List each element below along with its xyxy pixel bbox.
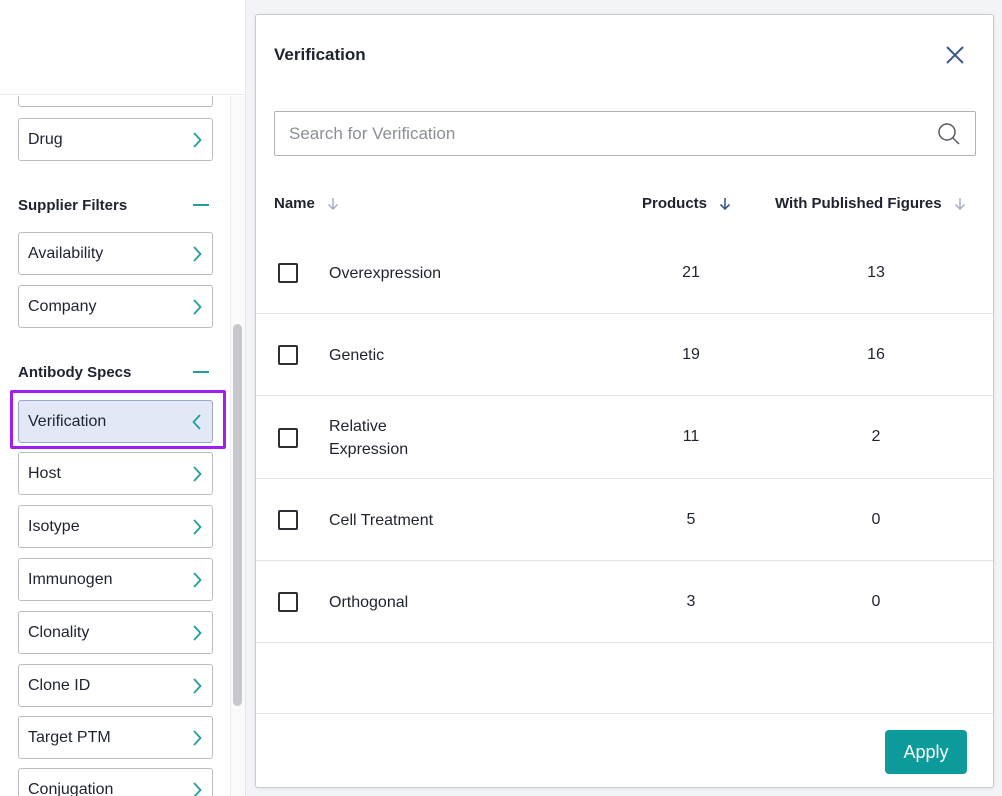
row-name: Cell Treatment — [329, 512, 434, 529]
chevron-right-icon — [190, 677, 204, 695]
collapse-icon[interactable] — [193, 371, 209, 373]
chevron-right-icon — [190, 131, 204, 149]
filter-item-target-ptm[interactable]: Target PTM — [18, 716, 213, 759]
column-header-figures[interactable]: With Published Figures — [775, 195, 966, 212]
filter-item-label: Availability — [28, 244, 104, 262]
filter-item-clone-id[interactable]: Clone ID — [18, 664, 213, 707]
row-checkbox[interactable] — [278, 345, 298, 365]
table-row[interactable]: Genetic 19 16 — [256, 314, 993, 396]
filter-item-partial[interactable] — [18, 96, 213, 107]
section-antibody-specs[interactable]: Antibody Specs — [18, 361, 213, 383]
section-title: Antibody Specs — [18, 363, 132, 381]
column-header-products[interactable]: Products — [642, 195, 731, 212]
chevron-right-icon — [190, 518, 204, 536]
filter-item-label: Isotype — [28, 517, 80, 535]
row-products: 19 — [682, 346, 700, 363]
column-header-name[interactable]: Name — [274, 195, 339, 212]
filter-sidebar: Drug Supplier Filters Availability Compa… — [0, 0, 246, 796]
chevron-right-icon — [190, 298, 204, 316]
row-figures: 13 — [867, 264, 885, 281]
row-name: Orthogonal — [329, 594, 409, 611]
section-supplier-filters[interactable]: Supplier Filters — [18, 194, 213, 216]
chevron-right-icon — [190, 465, 204, 483]
table-row[interactable]: Relative Expression 11 2 — [256, 396, 993, 479]
chevron-right-icon — [190, 245, 204, 263]
filter-item-label: Host — [28, 464, 61, 482]
sidebar-header — [0, 0, 245, 95]
table-row[interactable]: Overexpression 21 13 — [256, 232, 993, 314]
filter-item-clonality[interactable]: Clonality — [18, 611, 213, 654]
filter-item-drug[interactable]: Drug — [18, 118, 213, 161]
row-name: Genetic — [329, 347, 385, 364]
close-icon[interactable] — [943, 43, 967, 67]
search-input[interactable] — [289, 123, 929, 144]
filter-item-label: Clonality — [28, 623, 90, 641]
row-figures: 0 — [871, 511, 881, 528]
page: Drug Supplier Filters Availability Compa… — [0, 0, 1002, 796]
filter-item-label: Drug — [28, 130, 63, 148]
sort-arrow-down-icon[interactable] — [327, 197, 339, 211]
filter-item-label: Target PTM — [28, 728, 111, 746]
chevron-right-icon — [190, 571, 204, 589]
row-checkbox[interactable] — [278, 510, 298, 530]
modal-footer-divider — [256, 713, 993, 714]
filter-item-label: Immunogen — [28, 570, 113, 588]
filter-item-company[interactable]: Company — [18, 285, 213, 328]
chevron-left-icon — [190, 413, 204, 431]
collapse-icon[interactable] — [193, 204, 209, 206]
search-icon[interactable] — [937, 122, 961, 146]
filter-item-label: Company — [28, 297, 97, 315]
modal-title: Verification — [274, 45, 366, 64]
verification-modal: Verification Name Products With Publishe… — [255, 14, 994, 788]
filter-item-label: Conjugation — [28, 780, 114, 796]
row-products: 11 — [682, 428, 700, 445]
section-title: Supplier Filters — [18, 196, 128, 214]
sort-arrow-down-icon[interactable] — [954, 197, 966, 211]
filter-item-verification[interactable]: Verification — [18, 400, 213, 443]
row-products: 3 — [686, 593, 696, 610]
filter-item-availability[interactable]: Availability — [18, 232, 213, 275]
table-row[interactable]: Cell Treatment 5 0 — [256, 479, 993, 561]
row-checkbox[interactable] — [278, 263, 298, 283]
table-row[interactable]: Orthogonal 3 0 — [256, 561, 993, 643]
column-header-label: Products — [642, 195, 708, 212]
sidebar-scrollbar-thumb[interactable] — [233, 324, 242, 706]
filter-item-immunogen[interactable]: Immunogen — [18, 558, 213, 601]
apply-button[interactable]: Apply — [885, 730, 967, 774]
filter-item-host[interactable]: Host — [18, 452, 213, 495]
row-checkbox[interactable] — [278, 592, 298, 612]
row-products: 5 — [686, 511, 696, 528]
filter-item-label: Verification — [28, 412, 107, 430]
row-products: 21 — [682, 264, 700, 281]
sidebar-scroll-area: Drug Supplier Filters Availability Compa… — [0, 96, 230, 796]
filter-item-conjugation[interactable]: Conjugation — [18, 768, 213, 796]
chevron-right-icon — [190, 781, 204, 796]
column-header-label: With Published Figures — [775, 195, 942, 212]
chevron-right-icon — [190, 729, 204, 747]
search-field[interactable] — [274, 111, 976, 156]
sort-arrow-down-icon[interactable] — [719, 197, 731, 211]
chevron-right-icon — [190, 624, 204, 642]
filter-item-label: Clone ID — [28, 676, 91, 694]
filter-item-isotype[interactable]: Isotype — [18, 505, 213, 548]
column-header-label: Name — [274, 195, 315, 212]
row-name: Overexpression — [329, 265, 442, 282]
row-figures: 16 — [867, 346, 885, 363]
row-figures: 0 — [871, 593, 881, 610]
row-name: Relative Expression — [329, 418, 409, 458]
row-checkbox[interactable] — [278, 428, 298, 448]
row-figures: 2 — [871, 428, 881, 445]
